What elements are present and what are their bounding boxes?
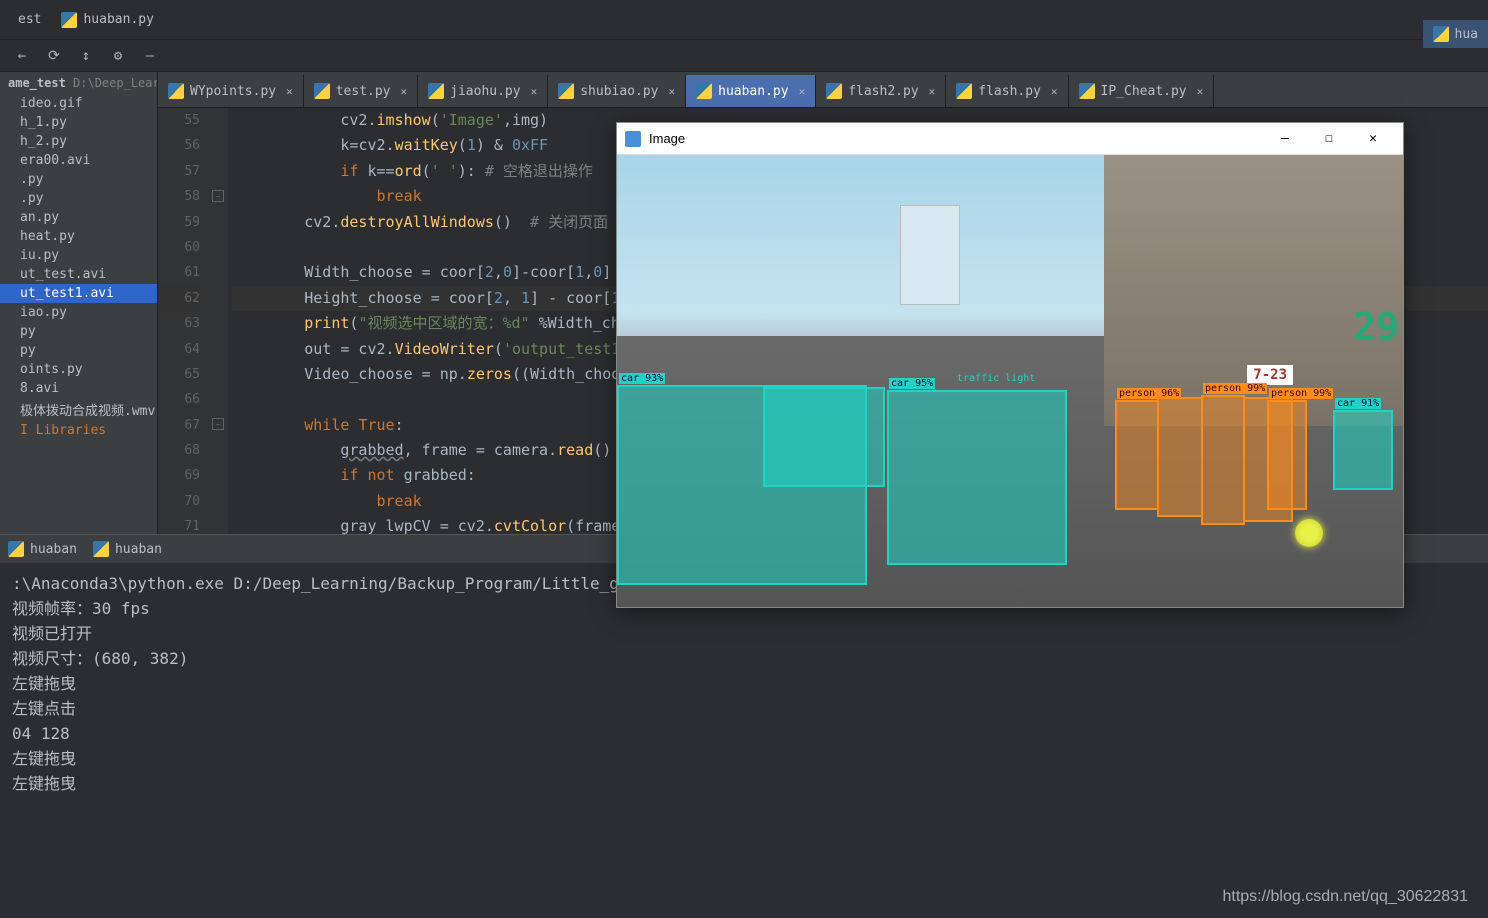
project-root[interactable]: ame_test D:\Deep_Lear — [0, 72, 157, 94]
editor-tab[interactable]: huaban.py✕ — [686, 75, 816, 107]
python-icon — [1433, 26, 1449, 42]
close-icon[interactable]: ✕ — [286, 85, 293, 98]
nav-back-icon[interactable]: ← — [8, 42, 36, 70]
python-icon — [61, 12, 77, 28]
hide-icon[interactable]: — — [136, 42, 164, 70]
detection-car: car 95% — [887, 390, 1067, 565]
detection-person: person 96% — [1115, 400, 1159, 510]
editor-tab[interactable]: shubiao.py✕ — [548, 75, 686, 107]
editor-tab[interactable]: jiaohu.py✕ — [418, 75, 548, 107]
run-tab[interactable]: huaban — [93, 541, 162, 557]
tree-item[interactable]: ut_test1.avi — [0, 284, 157, 303]
collapse-icon[interactable]: ↕ — [72, 42, 100, 70]
window-titlebar[interactable]: Image — ☐ ✕ — [617, 123, 1403, 155]
shop-sign: 7-23 — [1247, 365, 1293, 385]
fold-marker-icon[interactable]: − — [212, 418, 224, 430]
fold-marker-icon[interactable]: − — [212, 190, 224, 202]
cursor-highlight-icon — [1295, 519, 1323, 547]
gutter: 5556575859606162636465666768697071 — [158, 108, 210, 534]
tree-item[interactable]: I Libraries — [0, 421, 157, 440]
python-icon — [956, 83, 972, 99]
close-icon[interactable]: ✕ — [929, 85, 936, 98]
breadcrumb-root[interactable]: est — [8, 8, 51, 31]
close-icon[interactable]: ✕ — [531, 85, 538, 98]
toolbar: ← ⟳ ↕ ⚙ — — [0, 40, 1488, 72]
editor-tab[interactable]: test.py✕ — [304, 75, 418, 107]
app-icon — [625, 131, 641, 147]
window-title: Image — [649, 131, 1263, 146]
tree-item[interactable]: 8.avi — [0, 379, 157, 398]
tree-item[interactable]: iao.py — [0, 303, 157, 322]
settings-icon[interactable]: ⚙ — [104, 42, 132, 70]
project-sidebar: ame_test D:\Deep_Lear ideo.gifh_1.pyh_2.… — [0, 72, 158, 534]
tree-item[interactable]: oints.py — [0, 360, 157, 379]
editor-tab[interactable]: flash.py✕ — [946, 75, 1068, 107]
python-icon — [428, 83, 444, 99]
python-icon — [168, 83, 184, 99]
close-icon[interactable]: ✕ — [799, 85, 806, 98]
far-right-tab[interactable]: hua — [1423, 20, 1488, 48]
python-icon — [826, 83, 842, 99]
image-canvas: 7-23 29 car 93% car 95% car 91% person 9… — [617, 155, 1403, 607]
sync-icon[interactable]: ⟳ — [40, 42, 68, 70]
maximize-button[interactable]: ☐ — [1307, 125, 1351, 153]
detection-person — [1157, 397, 1203, 517]
editor-tab[interactable]: flash2.py✕ — [816, 75, 946, 107]
run-tab[interactable]: huaban — [8, 541, 77, 557]
tree-item[interactable]: .py — [0, 170, 157, 189]
tree-item[interactable]: py — [0, 341, 157, 360]
editor-tab[interactable]: WYpoints.py✕ — [158, 75, 304, 107]
detection-car — [763, 387, 885, 487]
tree-item[interactable]: heat.py — [0, 227, 157, 246]
tree-item[interactable]: h_1.py — [0, 113, 157, 132]
close-icon[interactable]: ✕ — [1197, 85, 1204, 98]
python-icon — [558, 83, 574, 99]
breadcrumb-file[interactable]: huaban.py — [51, 8, 163, 32]
detection-traffic-light: traffic light — [957, 373, 1035, 384]
tree-item[interactable]: iu.py — [0, 246, 157, 265]
tree-item[interactable]: ideo.gif — [0, 94, 157, 113]
detection-car: car 91% — [1333, 410, 1393, 490]
tree-item[interactable]: era00.avi — [0, 151, 157, 170]
minimize-button[interactable]: — — [1263, 125, 1307, 153]
tree-item[interactable]: an.py — [0, 208, 157, 227]
python-icon — [93, 541, 109, 557]
tree-item[interactable]: .py — [0, 189, 157, 208]
watermark: https://blog.csdn.net/qq_30622831 — [1222, 888, 1468, 906]
fold-column: − − — [210, 108, 228, 534]
python-icon — [1079, 83, 1095, 99]
breadcrumb-bar: est huaban.py — [0, 0, 1488, 40]
close-icon[interactable]: ✕ — [401, 85, 408, 98]
python-icon — [8, 541, 24, 557]
tree-item[interactable]: 极体拨动合成视频.wmv — [0, 398, 157, 421]
detection-person: person 99% — [1201, 395, 1245, 525]
tree-item[interactable]: ut_test.avi — [0, 265, 157, 284]
close-icon[interactable]: ✕ — [1051, 85, 1058, 98]
opencv-image-window[interactable]: Image — ☐ ✕ 7-23 29 car 93% car 95% car … — [616, 122, 1404, 608]
python-icon — [696, 83, 712, 99]
overlay-number: 29 — [1353, 305, 1399, 349]
editor-tab[interactable]: IP_Cheat.py✕ — [1069, 75, 1215, 107]
tree-item[interactable]: py — [0, 322, 157, 341]
detection-person: person 99% — [1267, 400, 1307, 510]
tree-item[interactable]: h_2.py — [0, 132, 157, 151]
editor-tabs: WYpoints.py✕test.py✕jiaohu.py✕shubiao.py… — [158, 72, 1488, 108]
close-button[interactable]: ✕ — [1351, 125, 1395, 153]
close-icon[interactable]: ✕ — [669, 85, 676, 98]
python-icon — [314, 83, 330, 99]
